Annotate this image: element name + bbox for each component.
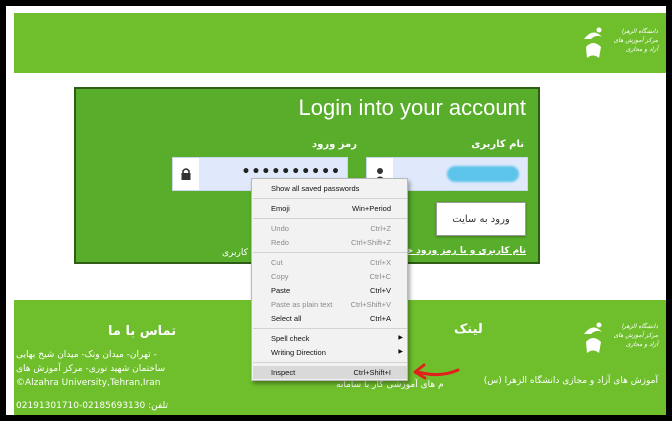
footer-description: آموزش های آزاد و مجازی دانشگاه الزهرا (س… xyxy=(483,376,658,386)
password-label: رمز ورود xyxy=(312,139,357,150)
copyright-text: ©Alzahra University,Tehran,Iran xyxy=(16,378,161,388)
links-title: لینک xyxy=(454,322,483,337)
menu-item-redo[interactable]: Redo Ctrl+Shift+Z xyxy=(253,236,407,249)
menu-item-shortcut: Ctrl+Shift+I xyxy=(353,368,391,377)
footer-logo: دانشگاه الزهرا مرکز آموزش های آزاد و مجازی xyxy=(576,318,658,360)
red-arrow-annotation-icon xyxy=(413,363,460,380)
menu-item-shortcut: Ctrl+Shift+V xyxy=(350,300,391,309)
menu-item-label: Spell check xyxy=(271,334,310,343)
menu-item-emoji[interactable]: Emoji Win+Period xyxy=(253,202,407,215)
site-header: دانشگاه الزهرا مرکز آموزش های آزاد و مجازی xyxy=(14,13,666,73)
menu-item-label: Show all saved passwords xyxy=(271,184,360,193)
menu-item-undo[interactable]: Undo Ctrl+Z xyxy=(253,222,407,235)
menu-separator xyxy=(253,198,407,199)
logo-mark-icon xyxy=(584,27,602,58)
submenu-arrow-icon: ▶ xyxy=(398,349,403,355)
redacted-username xyxy=(447,166,519,182)
contact-title: تماس با ما xyxy=(108,324,177,339)
footer-logo-mark-icon xyxy=(584,322,602,353)
menu-item-label: Undo xyxy=(271,224,289,233)
menu-item-shortcut: Ctrl+A xyxy=(369,314,391,323)
submenu-arrow-icon: ▶ xyxy=(398,335,403,341)
menu-separator xyxy=(253,218,407,219)
menu-item-label: Paste as plain text xyxy=(271,300,333,309)
menu-item-shortcut: Ctrl+C xyxy=(369,272,391,281)
menu-separator xyxy=(253,252,407,253)
menu-separator xyxy=(253,362,407,363)
university-logo[interactable]: دانشگاه الزهرا مرکز آموزش های آزاد و مجازی xyxy=(576,23,658,65)
login-submit-button[interactable]: ورود به سایت xyxy=(436,202,526,236)
menu-item-label: Emoji xyxy=(271,204,290,213)
contact-phone: تلفن: 02185693130-02191301710 xyxy=(16,401,169,411)
menu-item-label: Inspect xyxy=(271,368,296,377)
menu-item-copy[interactable]: Copy Ctrl+C xyxy=(253,270,407,283)
menu-item-shortcut: Ctrl+Shift+Z xyxy=(350,238,391,247)
username-label: نام کاربری xyxy=(471,139,524,150)
menu-item-select-all[interactable]: Select all Ctrl+A xyxy=(253,312,407,325)
menu-item-label: Writing Direction xyxy=(271,348,326,357)
menu-item-paste-plain[interactable]: Paste as plain text Ctrl+Shift+V xyxy=(253,298,407,311)
menu-separator xyxy=(253,328,407,329)
contact-address-line-1: تهران- میدان ونک- میدان شیخ بهایی - xyxy=(16,350,157,360)
lock-icon xyxy=(173,158,199,190)
menu-item-label: Cut xyxy=(271,258,283,267)
menu-item-spell-check[interactable]: Spell check ▶ xyxy=(253,332,407,345)
login-title: Login into your account xyxy=(298,95,527,120)
menu-item-shortcut: Ctrl+X xyxy=(369,258,391,267)
menu-item-shortcut: Win+Period xyxy=(352,204,391,213)
menu-item-shortcut: Ctrl+Z xyxy=(370,224,391,233)
context-menu: Show all saved passwords Emoji Win+Perio… xyxy=(251,178,408,381)
menu-item-writing-direction[interactable]: Writing Direction ▶ xyxy=(253,346,407,359)
menu-item-cut[interactable]: Cut Ctrl+X xyxy=(253,256,407,269)
menu-item-show-passwords[interactable]: Show all saved passwords xyxy=(253,182,407,195)
logo-text: دانشگاه الزهرا مرکز آموزش های آزاد و مجازی xyxy=(613,28,658,53)
menu-item-paste[interactable]: Paste Ctrl+V xyxy=(253,284,407,297)
menu-item-label: Select all xyxy=(271,314,302,323)
menu-item-label: Copy xyxy=(271,272,289,281)
menu-item-inspect[interactable]: Inspect Ctrl+Shift+I xyxy=(253,366,407,379)
menu-item-label: Redo xyxy=(271,238,289,247)
footer-logo-text: دانشگاه الزهرا مرکز آموزش های آزاد و مجازی xyxy=(613,323,658,348)
contact-address-line-2: ساختمان شهید نوری- مرکز آموزش های xyxy=(16,364,166,374)
menu-item-label: Paste xyxy=(271,286,291,295)
menu-item-shortcut: Ctrl+V xyxy=(369,286,391,295)
